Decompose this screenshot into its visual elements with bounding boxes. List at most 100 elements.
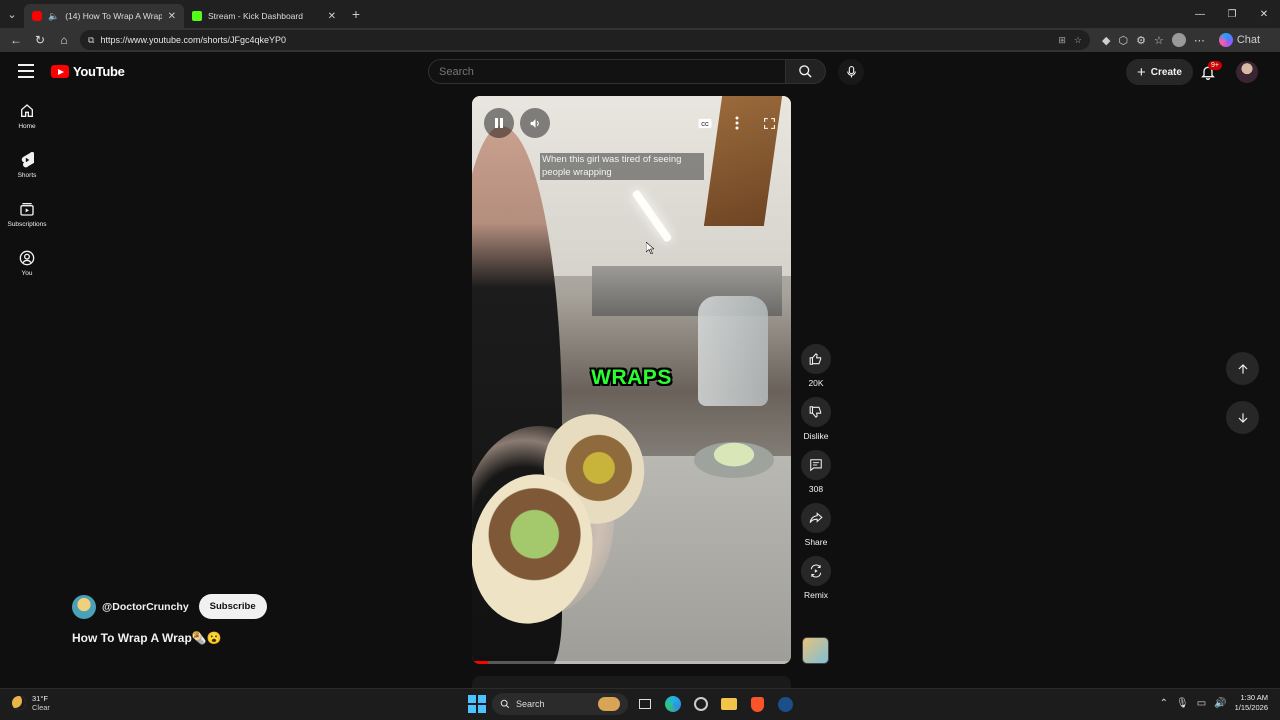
tab-youtube[interactable]: 🔈 (14) How To Wrap A Wrap🌯! ✕ [24,4,184,28]
captions-button[interactable]: CC [690,108,720,138]
captions-icon: CC [698,118,712,128]
edge-browser-icon[interactable] [662,693,684,715]
weather-widget[interactable]: 31°F Clear [12,694,50,712]
address-bar[interactable]: ⧉ https://www.youtube.com/shorts/JFgc4qk… [80,30,1090,50]
subscribe-button[interactable]: Subscribe [198,594,267,619]
subscriptions-icon [20,203,34,216]
remix-button[interactable]: Remix [798,556,834,600]
weather-desc: Clear [32,703,50,712]
tab-title: (14) How To Wrap A Wrap🌯! [65,10,162,21]
search-input[interactable] [439,65,785,78]
dislike-button[interactable]: Dislike [798,397,834,441]
kick-favicon-icon [192,11,202,21]
previous-short-button[interactable] [1226,352,1259,385]
browser-profile-icon[interactable] [1171,33,1186,47]
youtube-logo[interactable]: YouTube [51,64,125,79]
share-button[interactable]: Share [798,503,834,547]
tab-kick[interactable]: Stream - Kick Dashboard ✕ [184,4,344,28]
minimize-icon[interactable]: — [1184,9,1216,20]
create-button[interactable]: + Create [1126,59,1193,85]
extensions-puzzle-icon[interactable]: ⚙ [1136,34,1146,47]
create-label: Create [1150,66,1182,78]
remix-circle [801,556,831,586]
app-icon[interactable] [690,693,712,715]
task-view-icon[interactable] [634,693,656,715]
channel-info: @DoctorCrunchy Subscribe [72,594,267,619]
steam-icon[interactable] [774,693,796,715]
file-explorer-icon[interactable] [718,693,740,715]
site-info-icon[interactable]: ⧉ [88,35,94,46]
close-tab-icon[interactable]: ✕ [168,11,176,22]
extension-diamond-icon[interactable]: ◆ [1102,34,1110,47]
home-browser-icon[interactable]: ⌂ [52,33,76,47]
next-short-button[interactable] [1226,401,1259,434]
refresh-icon[interactable]: ↻ [28,33,52,47]
close-tab-icon[interactable]: ✕ [328,11,336,22]
thumbs-down-icon [809,406,822,419]
browser-tabstrip: ⌄ 🔈 (14) How To Wrap A Wrap🌯! ✕ Stream -… [0,0,1280,28]
brave-browser-icon[interactable] [746,693,768,715]
microphone-icon[interactable]: 🎙 [1176,698,1189,709]
sidebar-item-subscriptions[interactable]: Subscriptions [0,190,54,239]
window-controls: — ❐ ✕ [1184,9,1280,20]
clock-time: 1:30 AM [1240,693,1268,702]
volume-button[interactable] [520,108,550,138]
shorts-icon [21,152,34,168]
shorts-video-player[interactable]: When this girl was tired of seeing peopl… [472,96,791,664]
network-icon[interactable]: ▭ [1197,698,1206,709]
chevron-up-icon[interactable]: ⌃ [1160,698,1168,709]
sidebar-item-shorts[interactable]: Shorts [0,141,54,190]
sidebar-item-label: Subscriptions [7,221,47,228]
search-icon [500,699,510,709]
volume-icon[interactable]: 🔊 [1214,698,1226,709]
taskbar-clock[interactable]: 1:30 AM 1/15/2026 [1235,693,1268,713]
taskbar-search[interactable]: Search [492,693,628,715]
arrow-down-icon [1238,412,1247,423]
sidebar-item-you[interactable]: You [0,239,54,288]
fullscreen-button[interactable] [754,108,784,138]
you-icon [19,250,35,266]
mouse-cursor-icon [646,242,654,254]
windows-start-icon[interactable] [468,695,486,713]
comments-button[interactable]: 308 [798,450,834,494]
browser-menu-icon[interactable]: ⋯ [1194,34,1205,47]
tab-actions-menu[interactable]: ⌄ [0,0,24,28]
arrow-up-icon [1238,363,1247,374]
restore-icon[interactable]: ❐ [1216,9,1248,20]
share-label: Share [804,537,828,547]
close-window-icon[interactable]: ✕ [1248,9,1280,20]
avatar[interactable] [1236,61,1258,83]
app-available-icon[interactable]: ⊞ [1058,35,1066,46]
new-tab-button[interactable]: + [344,6,368,22]
video-caption-top: When this girl was tired of seeing peopl… [540,153,704,180]
copilot-chat-button[interactable]: Chat [1218,33,1261,47]
video-progress-bar[interactable] [472,661,791,664]
taskbar-apps: Search [468,693,796,715]
back-icon[interactable]: ← [4,33,28,47]
voice-search-button[interactable] [838,59,864,85]
video-title[interactable]: How To Wrap A Wrap🌯😮 [72,631,222,645]
speaker-icon[interactable]: 🔈 [48,11,59,22]
search-button[interactable] [786,59,826,84]
favorite-star-icon[interactable]: ☆ [1074,35,1082,46]
sidebar-item-home[interactable]: Home [0,92,54,141]
next-short-preview [472,676,791,688]
chat-label: Chat [1236,34,1261,46]
channel-avatar[interactable] [72,594,96,619]
shorts-navigation [1226,352,1259,450]
like-button[interactable]: 20K [798,344,834,388]
search-icon [799,65,812,78]
moon-icon [12,696,26,710]
more-options-button[interactable] [722,108,752,138]
sidebar-item-label: You [21,270,33,277]
favorites-icon[interactable]: ☆ [1154,34,1164,47]
toolbar-icons: ◆ ⬡ ⚙ ☆ ⋯ Chat [1102,33,1260,47]
like-circle [801,344,831,374]
menu-icon[interactable] [18,64,34,78]
extension-icon[interactable]: ⬡ [1118,34,1128,47]
pause-button[interactable] [484,108,514,138]
search-highlight-icon [598,697,620,711]
channel-handle[interactable]: @DoctorCrunchy [102,601,189,613]
sound-thumbnail[interactable] [802,637,829,664]
notification-badge: 9+ [1208,61,1222,70]
